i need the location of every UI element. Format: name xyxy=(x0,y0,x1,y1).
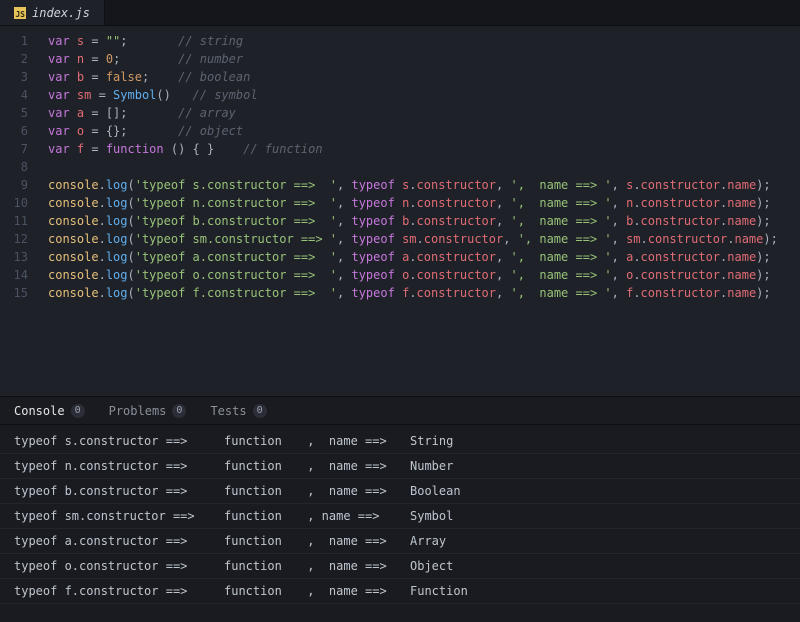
console-row: typeof n.constructor ==> function , name… xyxy=(0,454,800,479)
code-line[interactable]: var o = {}; // object xyxy=(48,122,800,140)
panel-tabbar: Console 0 Problems 0 Tests 0 xyxy=(0,397,800,425)
console-output[interactable]: typeof s.constructor ==> function , name… xyxy=(0,425,800,622)
panel-tab-label: Problems xyxy=(109,404,167,418)
line-number: 13 xyxy=(0,248,28,266)
count-badge: 0 xyxy=(253,404,267,418)
code-line[interactable] xyxy=(48,158,800,176)
panel-tab-tests[interactable]: Tests 0 xyxy=(210,404,266,418)
code-line[interactable]: console.log('typeof sm.constructor ==> '… xyxy=(48,230,800,248)
code-line[interactable]: console.log('typeof b.constructor ==> ',… xyxy=(48,212,800,230)
line-number: 14 xyxy=(0,266,28,284)
file-tab-index-js[interactable]: JS index.js xyxy=(0,0,105,25)
code-line[interactable]: var a = []; // array xyxy=(48,104,800,122)
code-line[interactable]: var n = 0; // number xyxy=(48,50,800,68)
line-number: 5 xyxy=(0,104,28,122)
javascript-file-icon: JS xyxy=(14,7,26,19)
panel-tab-label: Console xyxy=(14,404,65,418)
line-number: 7 xyxy=(0,140,28,158)
panel-tab-console[interactable]: Console 0 xyxy=(14,404,85,418)
line-number: 2 xyxy=(0,50,28,68)
console-row: typeof b.constructor ==> function , name… xyxy=(0,479,800,504)
file-tabbar: JS index.js xyxy=(0,0,800,26)
line-number: 3 xyxy=(0,68,28,86)
code-editor[interactable]: 123456789101112131415 var s = ""; // str… xyxy=(0,26,800,396)
line-number: 1 xyxy=(0,32,28,50)
code-line[interactable]: console.log('typeof f.constructor ==> ',… xyxy=(48,284,800,302)
line-number-gutter: 123456789101112131415 xyxy=(0,26,38,396)
code-line[interactable]: console.log('typeof o.constructor ==> ',… xyxy=(48,266,800,284)
code-line[interactable]: var sm = Symbol() // symbol xyxy=(48,86,800,104)
line-number: 10 xyxy=(0,194,28,212)
line-number: 6 xyxy=(0,122,28,140)
code-line[interactable]: var s = ""; // string xyxy=(48,32,800,50)
line-number: 12 xyxy=(0,230,28,248)
console-row: typeof sm.constructor ==> function , nam… xyxy=(0,504,800,529)
line-number: 9 xyxy=(0,176,28,194)
code-line[interactable]: console.log('typeof n.constructor ==> ',… xyxy=(48,194,800,212)
file-tab-label: index.js xyxy=(32,6,90,20)
panel-tab-label: Tests xyxy=(210,404,246,418)
code-area[interactable]: var s = ""; // stringvar n = 0; // numbe… xyxy=(38,26,800,396)
count-badge: 0 xyxy=(172,404,186,418)
console-row: typeof f.constructor ==> function , name… xyxy=(0,579,800,604)
line-number: 4 xyxy=(0,86,28,104)
code-line[interactable]: console.log('typeof a.constructor ==> ',… xyxy=(48,248,800,266)
code-line[interactable]: var b = false; // boolean xyxy=(48,68,800,86)
console-row: typeof s.constructor ==> function , name… xyxy=(0,429,800,454)
output-panel: Console 0 Problems 0 Tests 0 typeof s.constru… xyxy=(0,396,800,622)
code-line[interactable]: console.log('typeof s.constructor ==> ',… xyxy=(48,176,800,194)
console-row: typeof o.constructor ==> function , name… xyxy=(0,554,800,579)
line-number: 15 xyxy=(0,284,28,302)
code-line[interactable]: var f = function () { } // function xyxy=(48,140,800,158)
console-row: typeof a.constructor ==> function , name… xyxy=(0,529,800,554)
line-number: 11 xyxy=(0,212,28,230)
count-badge: 0 xyxy=(71,404,85,418)
panel-tab-problems[interactable]: Problems 0 xyxy=(109,404,187,418)
line-number: 8 xyxy=(0,158,28,176)
